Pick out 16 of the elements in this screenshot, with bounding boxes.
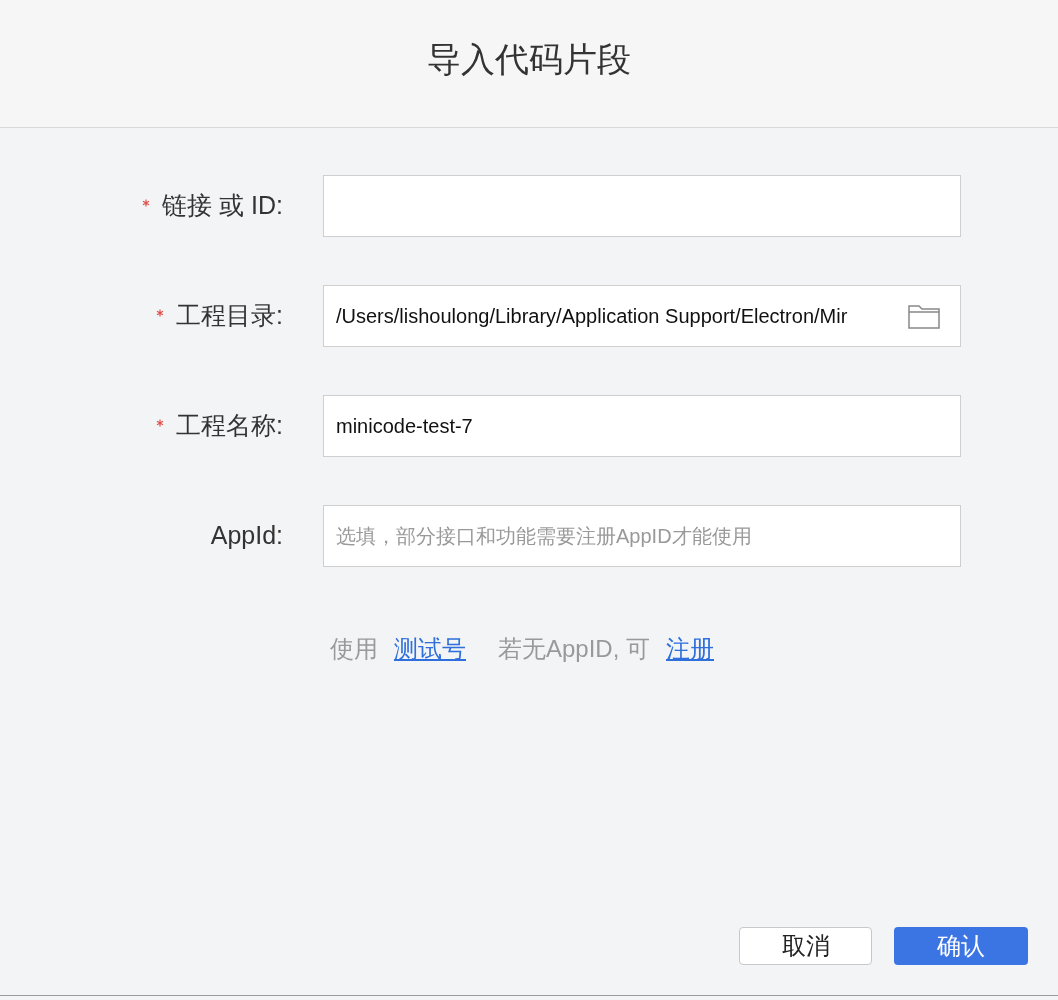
cancel-button[interactable]: 取消 [739, 927, 872, 965]
field-label: AppId: [210, 520, 283, 552]
register-link[interactable]: 注册 [666, 631, 714, 667]
field-label: 链接 或 ID: [162, 190, 283, 222]
confirm-button[interactable]: 确认 [894, 927, 1028, 965]
field-label: 工程目录: [176, 300, 283, 332]
input-field[interactable]: minicode-test-7 [323, 395, 961, 457]
hint-text: 若无AppID, 可 [497, 634, 650, 664]
input-field[interactable] [323, 175, 961, 237]
field-label: 工程名称: [176, 410, 283, 442]
folder-icon[interactable] [908, 303, 940, 329]
hint-text: 使用 [329, 634, 378, 664]
dialog-title: 导入代码片段 [427, 39, 631, 80]
input-field[interactable]: 选填，部分接口和功能需要注册AppID才能使用 [323, 505, 961, 567]
path-field[interactable]: /Users/lishoulong/Library/Application Support/Electron/Mir [323, 285, 961, 347]
test-account-link[interactable]: 测试号 [393, 631, 466, 667]
